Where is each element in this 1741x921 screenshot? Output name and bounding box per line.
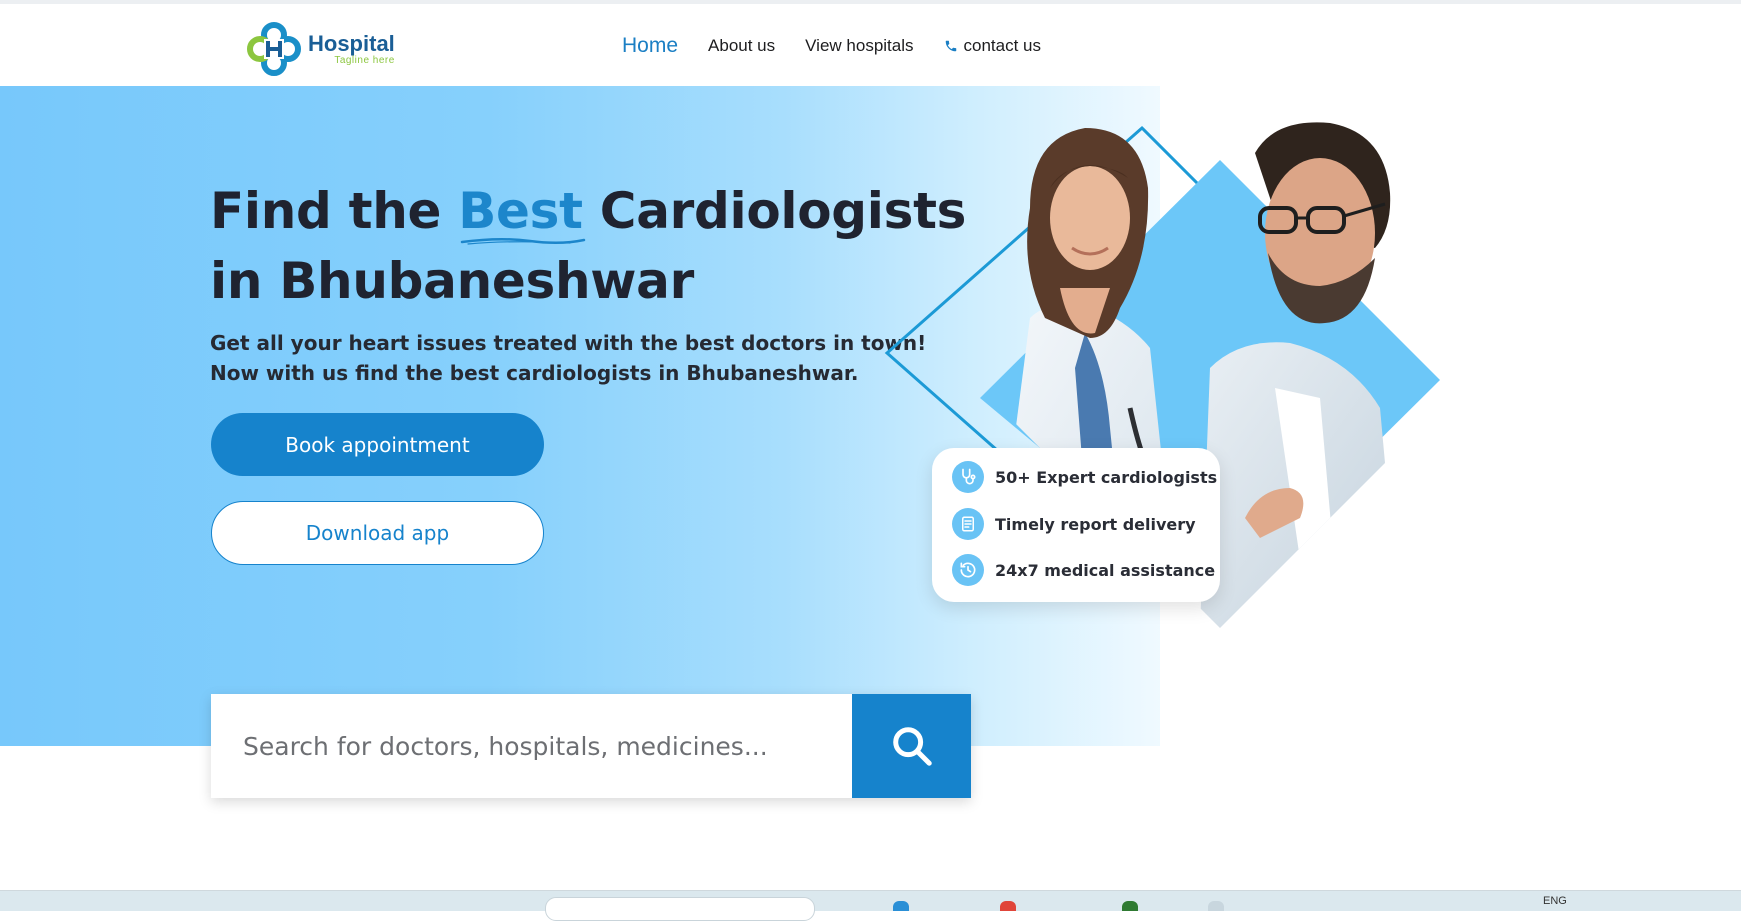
logo-tagline: Tagline here — [334, 54, 395, 66]
main-nav: Home About us View hospitals contact us — [622, 34, 1071, 58]
brush-underline-icon — [460, 237, 586, 245]
download-app-button[interactable]: Download app — [211, 501, 544, 565]
hero-title-line2: in Bhubaneshwar — [210, 252, 694, 310]
hero-title: Find the Best Cardiologists in Bhubaneshw… — [210, 176, 966, 316]
features-card: 50+ Expert cardiologists Timely report d… — [932, 448, 1220, 602]
hero-title-highlight: Best — [458, 182, 586, 245]
feature-label: 50+ Expert cardiologists — [995, 467, 1218, 487]
taskbar-language[interactable]: ENG — [1543, 895, 1567, 907]
feature-item: 24x7 medical assistance — [952, 554, 1215, 586]
search-button[interactable] — [852, 694, 971, 798]
stethoscope-icon — [952, 461, 984, 493]
clock-history-icon — [952, 554, 984, 586]
feature-item: Timely report delivery — [952, 508, 1196, 540]
nav-view-hospitals[interactable]: View hospitals — [805, 36, 913, 56]
phone-icon — [944, 39, 958, 53]
nav-about-us[interactable]: About us — [708, 36, 775, 56]
nav-contact-label: contact us — [963, 36, 1042, 55]
os-taskbar: ENG — [0, 890, 1741, 921]
feature-item: 50+ Expert cardiologists — [952, 461, 1217, 493]
hero-subtitle: Get all your heart issues treated with t… — [210, 328, 970, 388]
hospital-cross-logo-icon — [247, 22, 301, 76]
report-icon — [952, 508, 984, 540]
search-input[interactable] — [211, 694, 852, 798]
hero-title-highlight-text: Best — [458, 182, 583, 240]
logo-name: Hospital — [308, 30, 395, 56]
book-appointment-button[interactable]: Book appointment — [211, 413, 544, 476]
search-bar — [211, 694, 971, 798]
nav-home[interactable]: Home — [622, 34, 678, 58]
feature-label: 24x7 medical assistance — [995, 560, 1216, 580]
taskbar-search-box[interactable] — [545, 897, 815, 921]
hero-subtitle-line2: Now with us find the best cardiologists … — [210, 361, 859, 385]
hero-subtitle-line1: Get all your heart issues treated with t… — [210, 331, 927, 355]
hospital-logo[interactable]: Hospital Tagline here — [246, 18, 395, 80]
search-icon — [892, 727, 932, 766]
feature-label: Timely report delivery — [995, 514, 1196, 534]
site-header: Hospital Tagline here Home About us View… — [0, 4, 1741, 86]
hero-title-part1: Find the — [210, 182, 459, 240]
nav-contact-us[interactable]: contact us — [944, 36, 1042, 56]
